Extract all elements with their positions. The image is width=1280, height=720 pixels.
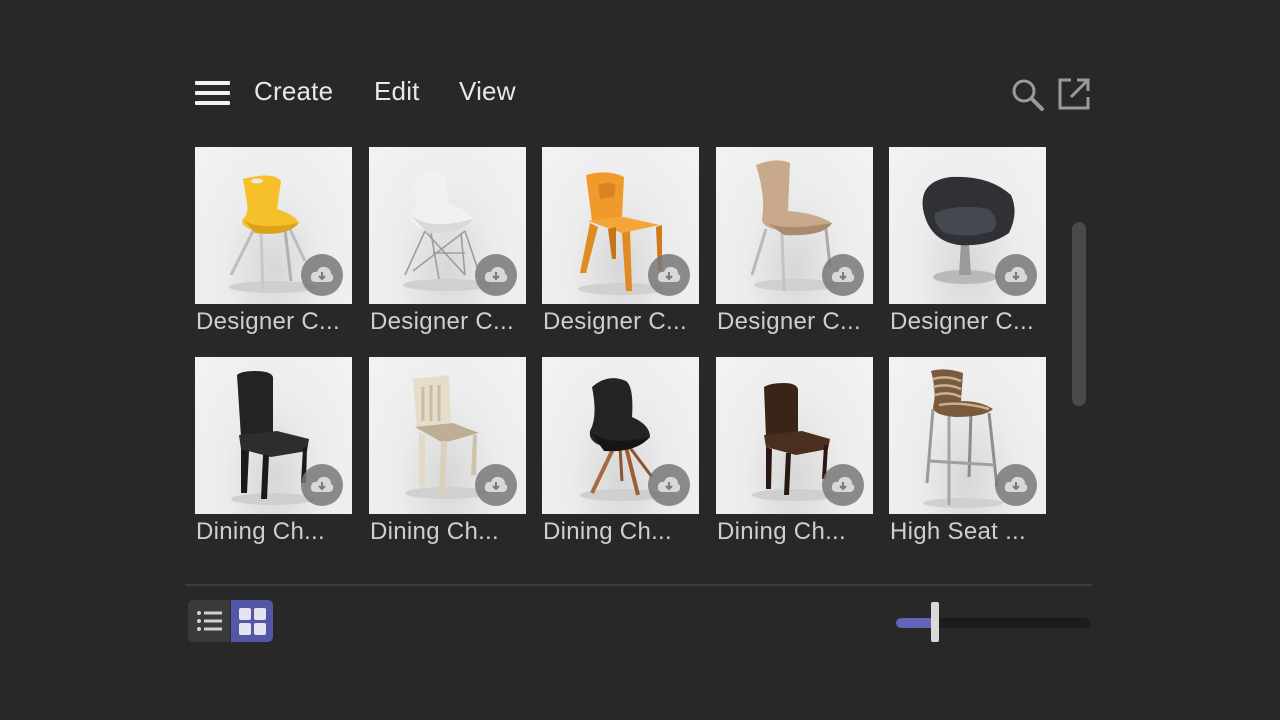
library-item[interactable]: High Seat ... [889, 357, 1049, 557]
item-thumbnail[interactable] [889, 357, 1046, 514]
item-thumbnail[interactable] [369, 357, 526, 514]
item-label: Designer C... [543, 308, 687, 335]
item-thumbnail[interactable] [889, 147, 1046, 304]
item-label: Designer C... [890, 308, 1034, 335]
item-thumbnail[interactable] [542, 147, 699, 304]
slider-handle[interactable] [930, 602, 939, 642]
item-thumbnail[interactable] [542, 357, 699, 514]
item-label: Designer C... [196, 308, 340, 335]
library-item[interactable]: Designer C... [195, 147, 355, 347]
list-view-icon [197, 611, 222, 631]
menu-view[interactable]: View [459, 76, 516, 107]
item-label: High Seat ... [890, 518, 1026, 545]
item-label: Dining Ch... [370, 518, 499, 545]
item-thumbnail[interactable] [195, 147, 352, 304]
cloud-download-icon[interactable] [301, 464, 343, 506]
cloud-download-icon[interactable] [475, 254, 517, 296]
grid-view-icon [239, 608, 266, 635]
item-thumbnail[interactable] [195, 357, 352, 514]
grid-view-button[interactable] [231, 600, 273, 642]
item-label: Dining Ch... [717, 518, 846, 545]
library-item[interactable]: Designer C... [716, 147, 876, 347]
hamburger-menu-icon[interactable] [194, 81, 230, 107]
library-item[interactable]: Dining Ch... [542, 357, 702, 557]
slider-fill [896, 618, 935, 628]
library-item[interactable]: Dining Ch... [195, 357, 355, 557]
cloud-download-icon[interactable] [822, 464, 864, 506]
item-label: Designer C... [717, 308, 861, 335]
item-label: Dining Ch... [543, 518, 672, 545]
vertical-scrollbar[interactable] [1072, 222, 1086, 406]
thumbnail-size-slider[interactable] [896, 602, 1090, 642]
item-label: Dining Ch... [196, 518, 325, 545]
cloud-download-icon[interactable] [995, 464, 1037, 506]
library-item[interactable]: Dining Ch... [716, 357, 876, 557]
cloud-download-icon[interactable] [648, 464, 690, 506]
cloud-download-icon[interactable] [475, 464, 517, 506]
cloud-download-icon[interactable] [995, 254, 1037, 296]
menu-create[interactable]: Create [254, 76, 333, 107]
library-item[interactable]: Dining Ch... [369, 357, 529, 557]
library-item[interactable]: Designer C... [889, 147, 1049, 347]
footer-divider [185, 584, 1092, 586]
open-external-icon[interactable] [1056, 76, 1092, 112]
item-thumbnail[interactable] [716, 357, 873, 514]
cloud-download-icon[interactable] [648, 254, 690, 296]
library-item[interactable]: Designer C... [369, 147, 529, 347]
item-label: Designer C... [370, 308, 514, 335]
item-thumbnail[interactable] [716, 147, 873, 304]
top-menubar: Create Edit View [194, 72, 1092, 114]
view-mode-toggle [188, 600, 274, 642]
item-thumbnail[interactable] [369, 147, 526, 304]
cloud-download-icon[interactable] [301, 254, 343, 296]
scrollbar-thumb[interactable] [1072, 222, 1086, 406]
menu-edit[interactable]: Edit [374, 76, 420, 107]
search-icon[interactable] [1010, 76, 1046, 112]
cloud-download-icon[interactable] [822, 254, 864, 296]
library-item[interactable]: Designer C... [542, 147, 702, 347]
content-library-grid: Designer C... Designer C... Designer C..… [195, 147, 1065, 567]
list-view-button[interactable] [188, 600, 230, 642]
